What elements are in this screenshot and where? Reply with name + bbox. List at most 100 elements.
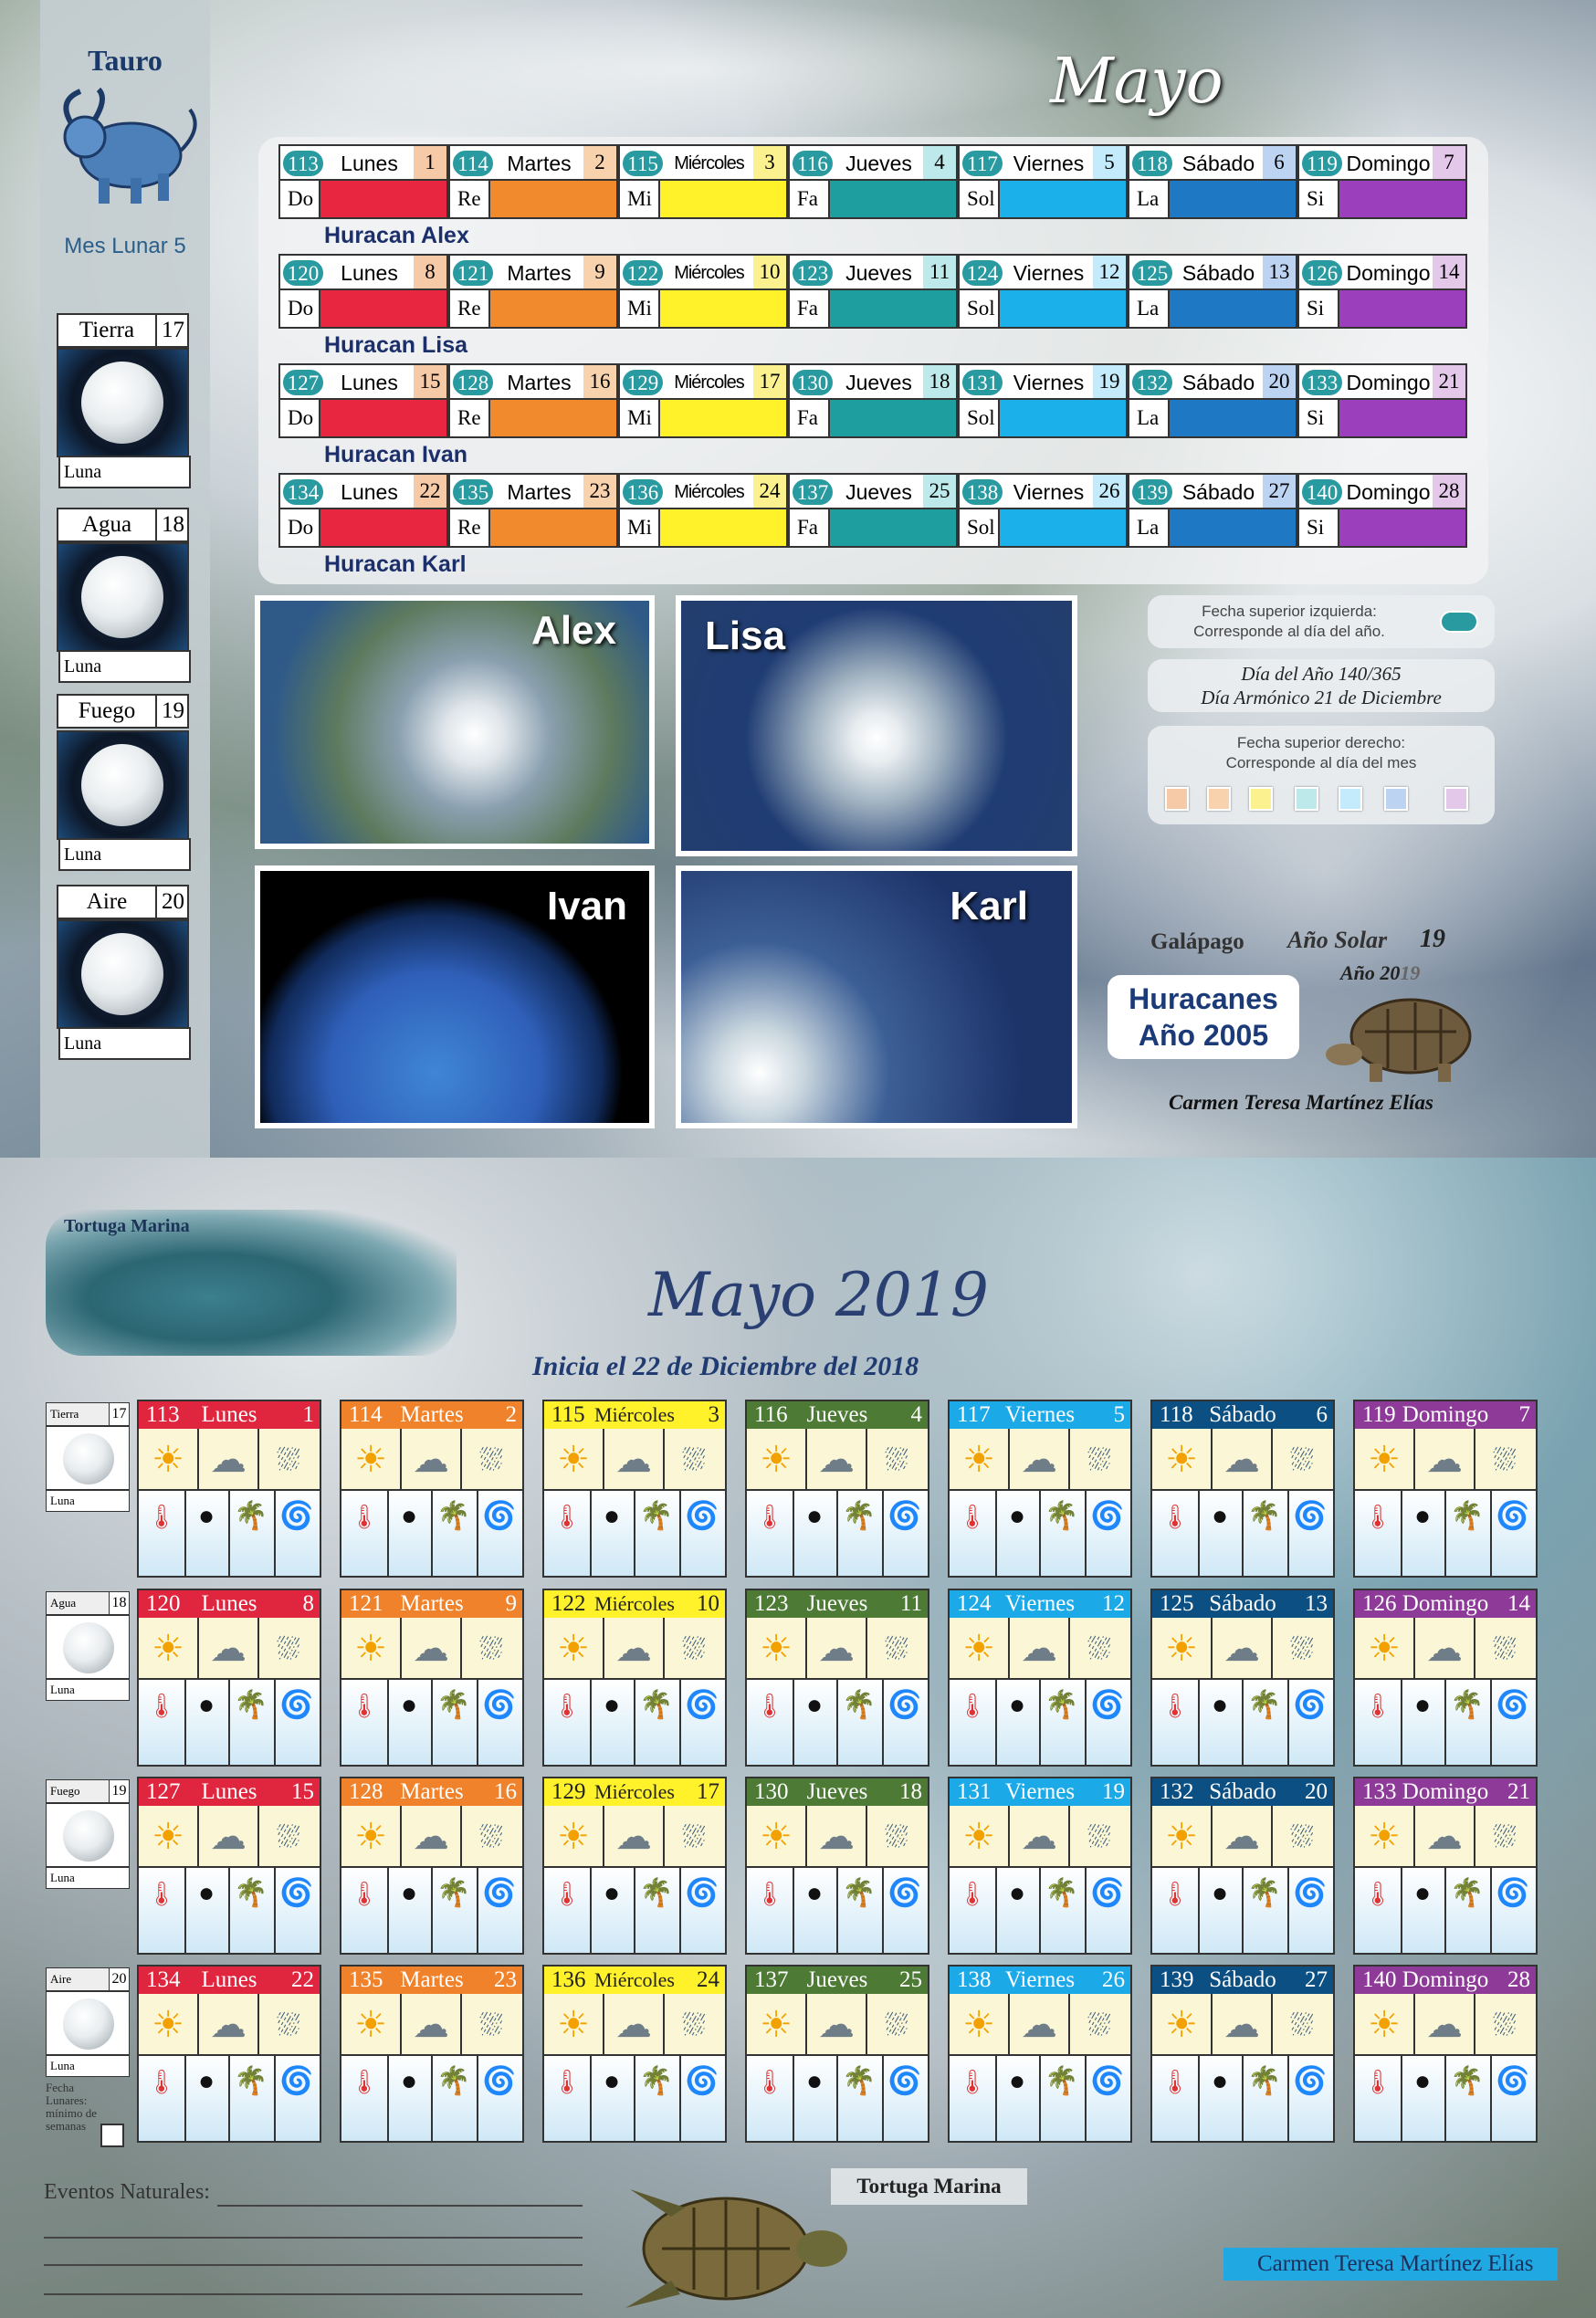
moon-phase-icon[interactable]: ● — [1402, 2063, 1443, 2100]
sun-icon[interactable]: ☀ — [1152, 1434, 1211, 1485]
palm-tree-icon[interactable]: 🌴 — [838, 2063, 880, 2100]
wind-icon[interactable]: 🌀 — [1289, 1687, 1331, 1724]
moon-phase-icon[interactable]: ● — [997, 1687, 1037, 1724]
day-cell[interactable]: 123 Jueves 11 Fa — [788, 254, 958, 329]
sun-icon[interactable]: ☀ — [341, 1623, 400, 1674]
cloud-icon[interactable]: ☁ — [1010, 1434, 1068, 1485]
weather-day-cell[interactable]: 132 Sábado 20 ☀ ☁ ⛆ 🌡 ● 🌴 🌀 — [1150, 1777, 1335, 1955]
weather-day-cell[interactable]: 125 Sábado 13 ☀ ☁ ⛆ 🌡 ● 🌴 🌀 — [1150, 1589, 1335, 1767]
cloud-icon[interactable]: ☁ — [402, 1999, 460, 2051]
weather-day-cell[interactable]: 140 Domingo 28 ☀ ☁ ⛆ 🌡 ● 🌴 🌀 — [1353, 1965, 1538, 2143]
palm-tree-icon[interactable]: 🌴 — [1041, 1498, 1083, 1535]
sun-icon[interactable]: ☀ — [139, 1999, 197, 2051]
cloud-icon[interactable]: ☁ — [604, 1623, 663, 1674]
sun-icon[interactable]: ☀ — [544, 1999, 603, 2051]
cloud-icon[interactable]: ☁ — [402, 1623, 460, 1674]
cloud-icon[interactable]: ☁ — [807, 1999, 866, 2051]
palm-tree-icon[interactable]: 🌴 — [1244, 1875, 1286, 1912]
moon-phase-icon[interactable]: ● — [997, 2063, 1037, 2100]
cloud-icon[interactable]: ☁ — [199, 1623, 257, 1674]
moon-phase-icon[interactable]: ● — [794, 1498, 835, 1535]
weather-day-cell[interactable]: 127 Lunes 15 ☀ ☁ ⛆ 🌡 ● 🌴 🌀 — [137, 1777, 321, 1955]
sun-icon[interactable]: ☀ — [1355, 1999, 1413, 2051]
sun-icon[interactable]: ☀ — [1152, 1999, 1211, 2051]
rain-icon[interactable]: ⛆ — [665, 1434, 723, 1485]
thermometer-icon[interactable]: 🌡 — [1359, 2063, 1397, 2100]
palm-tree-icon[interactable]: 🌴 — [1446, 1875, 1488, 1912]
day-cell[interactable]: 135 Martes 23 Re — [448, 473, 618, 548]
palm-tree-icon[interactable]: 🌴 — [635, 1687, 677, 1724]
cloud-icon[interactable]: ☁ — [1213, 1999, 1271, 2051]
wind-icon[interactable]: 🌀 — [276, 1875, 318, 1912]
moon-phase-icon[interactable]: ● — [592, 1498, 632, 1535]
thermometer-icon[interactable]: 🌡 — [345, 1498, 383, 1535]
rain-icon[interactable]: ⛆ — [462, 1999, 520, 2051]
thermometer-icon[interactable]: 🌡 — [953, 1687, 992, 1724]
wind-icon[interactable]: 🌀 — [1492, 2063, 1534, 2100]
rain-icon[interactable]: ⛆ — [1475, 1999, 1534, 2051]
cloud-icon[interactable]: ☁ — [1415, 1999, 1474, 2051]
cloud-icon[interactable]: ☁ — [402, 1811, 460, 1862]
weather-day-cell[interactable]: 138 Viernes 26 ☀ ☁ ⛆ 🌡 ● 🌴 🌀 — [948, 1965, 1132, 2143]
palm-tree-icon[interactable]: 🌴 — [635, 1498, 677, 1535]
moon-phase-icon[interactable]: ● — [1402, 1875, 1443, 1912]
cloud-icon[interactable]: ☁ — [1010, 1999, 1068, 2051]
cloud-icon[interactable]: ☁ — [1415, 1434, 1474, 1485]
day-cell[interactable]: 129 Miércoles 17 Mi — [618, 363, 788, 438]
thermometer-icon[interactable]: 🌡 — [548, 1875, 586, 1912]
rain-icon[interactable]: ⛆ — [1475, 1623, 1534, 1674]
moon-phase-icon[interactable]: ● — [1402, 1687, 1443, 1724]
cloud-icon[interactable]: ☁ — [604, 1811, 663, 1862]
moon-phase-icon[interactable]: ● — [997, 1498, 1037, 1535]
weather-day-cell[interactable]: 131 Viernes 19 ☀ ☁ ⛆ 🌡 ● 🌴 🌀 — [948, 1777, 1132, 1955]
day-cell[interactable]: 137 Jueves 25 Fa — [788, 473, 958, 548]
moon-phase-icon[interactable]: ● — [186, 1498, 226, 1535]
rain-icon[interactable]: ⛆ — [1070, 1434, 1129, 1485]
moon-phase-icon[interactable]: ● — [1200, 1687, 1240, 1724]
wind-icon[interactable]: 🌀 — [276, 1498, 318, 1535]
wind-icon[interactable]: 🌀 — [884, 1498, 926, 1535]
thermometer-icon[interactable]: 🌡 — [1359, 1687, 1397, 1724]
rain-icon[interactable]: ⛆ — [1070, 1999, 1129, 2051]
thermometer-icon[interactable]: 🌡 — [1156, 1498, 1194, 1535]
moon-phase-icon[interactable]: ● — [389, 1687, 429, 1724]
rain-icon[interactable]: ⛆ — [867, 1811, 926, 1862]
eventos-line[interactable] — [44, 2237, 583, 2239]
weather-day-cell[interactable]: 130 Jueves 18 ☀ ☁ ⛆ 🌡 ● 🌴 🌀 — [745, 1777, 929, 1955]
weather-day-cell[interactable]: 137 Jueves 25 ☀ ☁ ⛆ 🌡 ● 🌴 🌀 — [745, 1965, 929, 2143]
weather-day-cell[interactable]: 117 Viernes 5 ☀ ☁ ⛆ 🌡 ● 🌴 🌀 — [948, 1400, 1132, 1578]
sun-icon[interactable]: ☀ — [544, 1623, 603, 1674]
palm-tree-icon[interactable]: 🌴 — [230, 1687, 272, 1724]
weather-day-cell[interactable]: 115 Miércoles 3 ☀ ☁ ⛆ 🌡 ● 🌴 🌀 — [542, 1400, 727, 1578]
rain-icon[interactable]: ⛆ — [1070, 1623, 1129, 1674]
sun-icon[interactable]: ☀ — [341, 1999, 400, 2051]
sun-icon[interactable]: ☀ — [747, 1811, 805, 1862]
sun-icon[interactable]: ☀ — [1152, 1811, 1211, 1862]
rain-icon[interactable]: ⛆ — [867, 1623, 926, 1674]
cloud-icon[interactable]: ☁ — [1010, 1623, 1068, 1674]
wind-icon[interactable]: 🌀 — [276, 1687, 318, 1724]
day-cell[interactable]: 119 Domingo 7 Si — [1297, 144, 1467, 219]
wind-icon[interactable]: 🌀 — [1492, 1687, 1534, 1724]
thermometer-icon[interactable]: 🌡 — [345, 2063, 383, 2100]
moon-phase-icon[interactable]: ● — [794, 1875, 835, 1912]
day-cell[interactable]: 126 Domingo 14 Si — [1297, 254, 1467, 329]
moon-phase-icon[interactable]: ● — [794, 2063, 835, 2100]
day-cell[interactable]: 124 Viernes 12 Sol — [958, 254, 1128, 329]
rain-icon[interactable]: ⛆ — [259, 1999, 318, 2051]
palm-tree-icon[interactable]: 🌴 — [433, 1498, 475, 1535]
palm-tree-icon[interactable]: 🌴 — [230, 1875, 272, 1912]
sun-icon[interactable]: ☀ — [139, 1434, 197, 1485]
day-cell[interactable]: 134 Lunes 22 Do — [278, 473, 448, 548]
thermometer-icon[interactable]: 🌡 — [345, 1875, 383, 1912]
weather-day-cell[interactable]: 119 Domingo 7 ☀ ☁ ⛆ 🌡 ● 🌴 🌀 — [1353, 1400, 1538, 1578]
rain-icon[interactable]: ⛆ — [462, 1623, 520, 1674]
day-cell[interactable]: 136 Miércoles 24 Mi — [618, 473, 788, 548]
thermometer-icon[interactable]: 🌡 — [1156, 2063, 1194, 2100]
day-cell[interactable]: 127 Lunes 15 Do — [278, 363, 448, 438]
palm-tree-icon[interactable]: 🌴 — [838, 1498, 880, 1535]
palm-tree-icon[interactable]: 🌴 — [433, 2063, 475, 2100]
day-cell[interactable]: 140 Domingo 28 Si — [1297, 473, 1467, 548]
thermometer-icon[interactable]: 🌡 — [142, 1687, 181, 1724]
wind-icon[interactable]: 🌀 — [478, 2063, 520, 2100]
